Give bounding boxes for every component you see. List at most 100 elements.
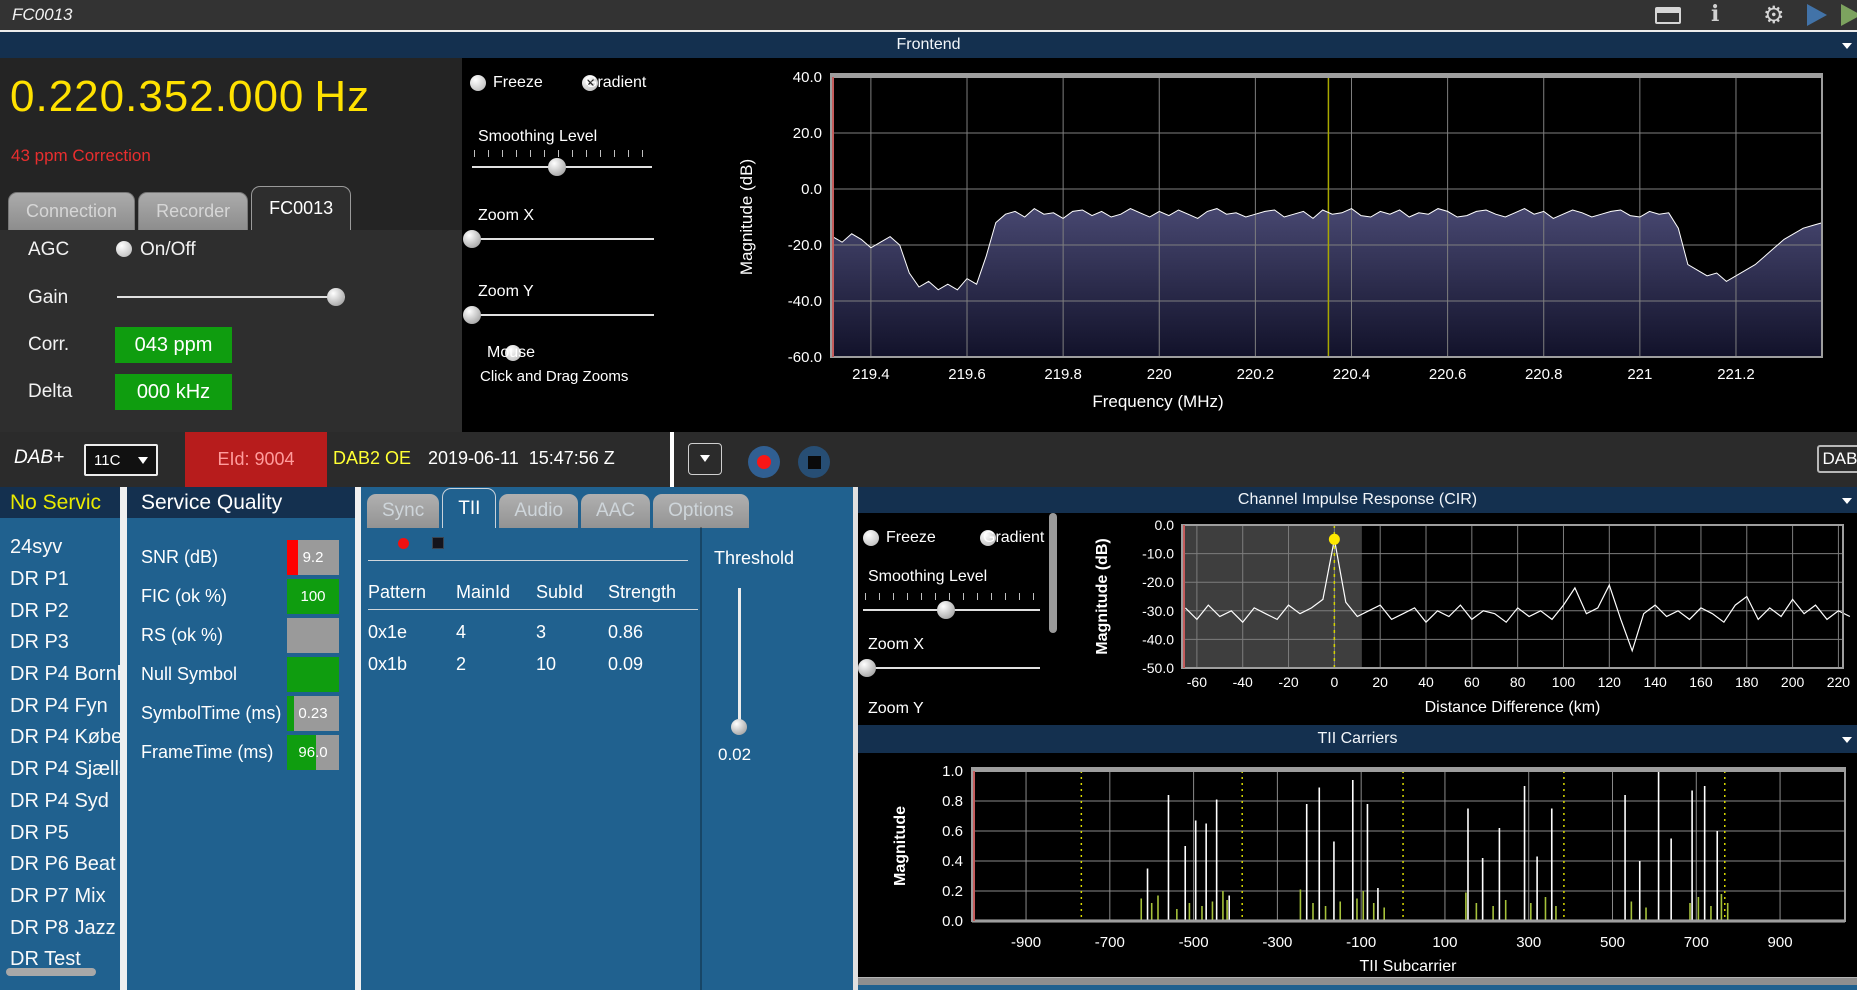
play-green-icon[interactable] [1841, 4, 1857, 26]
slider-thumb[interactable] [326, 288, 345, 306]
service-item[interactable]: DR P4 Fyn [0, 690, 120, 722]
quality-indicator [287, 657, 339, 692]
quality-indicator: 100 [287, 579, 339, 614]
slider-thumb[interactable] [547, 158, 566, 176]
svg-text:80: 80 [1510, 674, 1526, 690]
service-item[interactable]: DR P8 Jazz [0, 912, 120, 944]
service-item[interactable]: DR P6 Beat [0, 849, 120, 881]
svg-text:300: 300 [1516, 934, 1541, 951]
tab-fc0013[interactable]: FC0013 [251, 186, 352, 230]
spectrum-plot[interactable]: 219.4 219.6 219.8 220 220.2 220.4 220.6 220.8 22… [615, 58, 1857, 432]
tii-carriers-plot[interactable]: -900 -700 -500 -300 -100 100 300 500 700 900 1.0 0.… [858, 753, 1857, 977]
svg-text:-100: -100 [1346, 934, 1376, 951]
tab-aac[interactable]: AAC [581, 494, 651, 528]
mode-label: DAB+ [14, 447, 65, 468]
info-icon[interactable] [1711, 1, 1719, 27]
quality-row: RS (ok %) [127, 618, 355, 653]
service-item[interactable]: DR P7 Mix [0, 881, 120, 913]
play-blue-icon[interactable] [1807, 4, 1827, 26]
tii-table-cell: 0.86 [608, 622, 644, 642]
tii-table-cell: 2 [456, 654, 467, 674]
cir-plot[interactable]: -60 -40 -20 0 20 40 60 80 100 120 140 160 180 200 220 0… [1067, 513, 1857, 725]
gain-slider[interactable] [117, 288, 345, 306]
service-item[interactable]: DR P4 Sjælla [0, 754, 120, 786]
corr-value-box: 043 ppm [115, 327, 232, 363]
svg-text:0.2: 0.2 [942, 883, 963, 900]
eid-value: EId: 9004 [217, 449, 295, 469]
svg-text:-300: -300 [1262, 934, 1292, 951]
frequency-value: 0.220.352.000 [10, 72, 305, 121]
tii-table-row[interactable]: 0x1b 2 10 0.09 [368, 654, 698, 675]
service-quality-header: Service Quality [127, 487, 355, 518]
channel-select[interactable]: 11C [84, 444, 158, 476]
record-indicator-icon[interactable] [398, 538, 409, 549]
service-item[interactable]: 24syv [0, 532, 120, 564]
horizontal-scrollbar[interactable] [6, 968, 96, 976]
tab-recorder[interactable]: Recorder [138, 192, 249, 230]
threshold-slider-thumb[interactable] [731, 719, 747, 735]
cir-smoothing-slider[interactable] [863, 601, 1040, 619]
vertical-scrollbar[interactable] [1049, 513, 1057, 633]
slider-thumb[interactable] [937, 601, 956, 619]
svg-text:TII Subcarrier: TII Subcarrier [1360, 958, 1458, 975]
tii-col-header: Pattern [368, 582, 427, 602]
quality-row: SymbolTime (ms) 0.23 [127, 696, 355, 731]
svg-text:220: 220 [1827, 674, 1851, 690]
application-window: FC0013 Frontend 0.220.352.000Hz 43 ppm C… [0, 0, 1857, 990]
threshold-slider[interactable] [738, 588, 741, 726]
quality-value: 96.0 [298, 744, 328, 761]
svg-text:100: 100 [1552, 674, 1576, 690]
chevron-down-icon[interactable] [1842, 737, 1852, 743]
freeze-radio[interactable] [470, 75, 486, 91]
stop-indicator-icon[interactable] [432, 537, 444, 549]
agc-toggle-radio[interactable] [116, 241, 132, 257]
tii-table-cell: 3 [536, 622, 547, 642]
service-item[interactable]: DR P4 Køber [0, 722, 120, 754]
chevron-down-icon[interactable] [1842, 43, 1852, 49]
tab-connection[interactable]: Connection [8, 192, 136, 230]
delta-label: Delta [28, 381, 73, 402]
cir-zoomx-slider[interactable] [858, 659, 1040, 677]
gear-icon[interactable] [1763, 1, 1785, 30]
svg-text:120: 120 [1598, 674, 1622, 690]
svg-text:40: 40 [1418, 674, 1434, 690]
slider-thumb[interactable] [462, 230, 481, 248]
quality-indicator [287, 618, 339, 653]
recorder-bar: DAB+ 11C EId: 9004 DAB2 OE 2019-06-11 15… [0, 432, 1857, 487]
svg-text:220.8: 220.8 [1525, 366, 1563, 383]
service-item[interactable]: DR P3 [0, 627, 120, 659]
decoder-tabs: Sync TII Audio AAC Options [367, 488, 752, 528]
tii-table-cell: 4 [456, 622, 467, 642]
record-options-dropdown[interactable] [688, 443, 722, 475]
service-item[interactable]: DR P4 Bornh [0, 659, 120, 691]
svg-text:Magnitude (dB): Magnitude (dB) [737, 159, 756, 275]
frequency-display: 0.220.352.000 Hz [10, 72, 370, 122]
tii-table-cell: 0x1b [368, 654, 408, 674]
horizontal-scrollbar[interactable] [858, 977, 1857, 985]
tab-sync[interactable]: Sync [367, 494, 440, 528]
tab-audio[interactable]: Audio [499, 494, 579, 528]
divider [670, 432, 674, 487]
svg-text:-500: -500 [1179, 934, 1209, 951]
record-button[interactable] [748, 446, 780, 478]
tab-tii[interactable]: TII [442, 488, 497, 528]
agc-label: AGC [28, 239, 70, 260]
zoomx-label: Zoom X [478, 207, 535, 224]
cir-freeze-radio[interactable] [863, 530, 879, 546]
slider-thumb[interactable] [462, 306, 481, 324]
service-item[interactable]: DR P1 [0, 564, 120, 596]
tab-options[interactable]: Options [653, 494, 749, 528]
chevron-down-icon [138, 457, 148, 469]
service-item[interactable]: DR P5 [0, 817, 120, 849]
slider-thumb[interactable] [858, 659, 877, 677]
timestamp: 2019-06-11 15:47:56 Z [428, 448, 615, 468]
svg-text:-60.0: -60.0 [788, 349, 822, 366]
stop-button[interactable] [798, 446, 830, 478]
svg-text:20.0: 20.0 [793, 125, 822, 142]
chevron-down-icon[interactable] [1842, 498, 1852, 504]
service-item[interactable]: DR P2 [0, 595, 120, 627]
tii-table-row[interactable]: 0x1e 4 3 0.86 [368, 622, 698, 643]
quality-row: SNR (dB) 9.2 [127, 540, 355, 575]
window-icon[interactable] [1655, 7, 1681, 24]
service-item[interactable]: DR P4 Syd [0, 786, 120, 818]
